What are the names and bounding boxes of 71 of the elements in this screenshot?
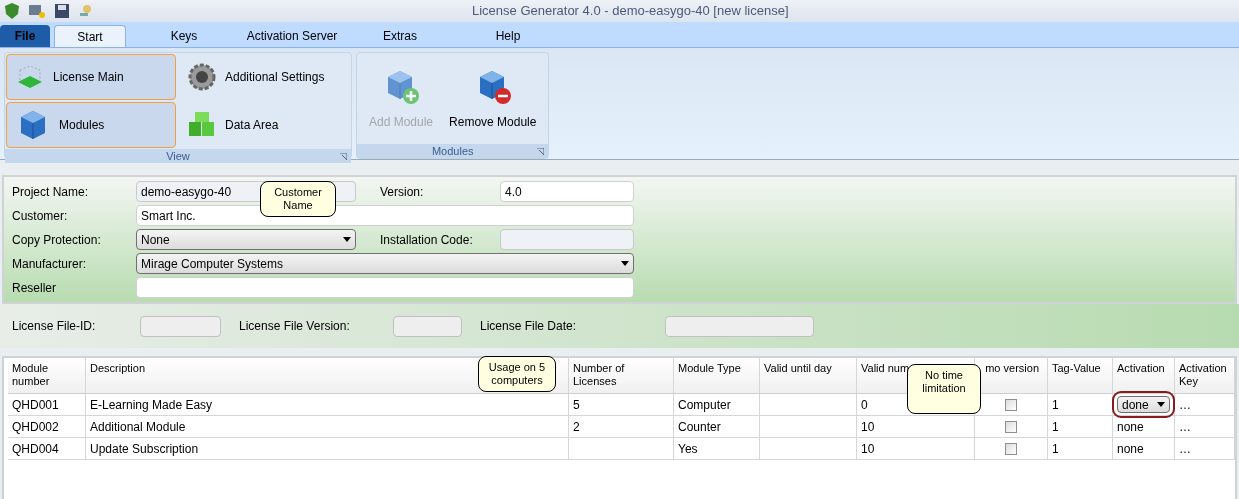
callout-tooltip: Usage on 5 computers bbox=[478, 356, 556, 392]
table-cell: QHD002 bbox=[8, 416, 86, 437]
checkbox[interactable] bbox=[1005, 442, 1017, 455]
field-label: License File-ID: bbox=[12, 318, 97, 335]
table-cell: 2 bbox=[569, 416, 674, 437]
table-cell: 10 bbox=[857, 438, 975, 459]
table-cell-text: none bbox=[1117, 440, 1144, 458]
table-cell: 5 bbox=[569, 394, 674, 415]
field-label: Manufacturer: bbox=[12, 255, 88, 273]
table-cell: Computer bbox=[674, 394, 760, 415]
column-header[interactable]: Tag-Value bbox=[1048, 358, 1113, 393]
callout-tooltip: Customer Name bbox=[260, 181, 336, 217]
caret-icon bbox=[1157, 402, 1165, 407]
caret-icon bbox=[343, 237, 351, 242]
field-label: Project Name: bbox=[12, 183, 90, 201]
input-field[interactable] bbox=[136, 277, 634, 298]
ellipsis-button[interactable]: … bbox=[1175, 438, 1235, 459]
table-cell-text: none bbox=[1117, 418, 1144, 436]
input-field[interactable] bbox=[665, 315, 814, 337]
table-cell: Yes bbox=[674, 438, 760, 459]
column-header[interactable]: Valid until day bbox=[760, 358, 857, 393]
dropdown-field[interactable]: Mirage Computer Systems bbox=[136, 253, 634, 274]
table-cell: Update Subscription bbox=[86, 438, 569, 459]
field-label: License File Version: bbox=[239, 318, 351, 335]
document-star-icon bbox=[28, 3, 46, 19]
table-cell: QHD001 bbox=[8, 394, 86, 415]
dropdown-field[interactable]: None bbox=[136, 229, 356, 250]
field-label: Installation Code: bbox=[380, 231, 474, 249]
group-label: Modules bbox=[431, 143, 474, 159]
column-header[interactable]: Module Type bbox=[674, 358, 760, 393]
ellipsis-button[interactable]: … bbox=[1175, 394, 1235, 415]
ribbon-button[interactable]: License Main bbox=[6, 54, 176, 100]
gear-icon bbox=[187, 62, 217, 92]
ribbon-button[interactable]: Additional Settings bbox=[178, 54, 350, 100]
ribbon-button[interactable]: Remove Module bbox=[449, 66, 537, 131]
ribbon-tab[interactable]: Extras bbox=[350, 25, 450, 47]
field-label: Version: bbox=[380, 183, 425, 201]
table-cell: QHD004 bbox=[8, 438, 86, 459]
table-cell: Additional Module bbox=[86, 416, 569, 437]
shield-icon bbox=[4, 2, 20, 20]
input-field[interactable] bbox=[500, 229, 634, 250]
ribbon-tab[interactable]: Help bbox=[458, 25, 558, 47]
column-header[interactable]: Module number bbox=[8, 358, 86, 393]
ellipsis-button[interactable]: … bbox=[1175, 416, 1235, 437]
column-header[interactable]: Number of Licenses bbox=[569, 358, 674, 393]
input-field[interactable] bbox=[140, 315, 221, 337]
table-cell: E-Learning Made Easy bbox=[86, 394, 569, 415]
ribbon-tab[interactable]: Keys bbox=[134, 25, 234, 47]
caret-icon bbox=[621, 261, 629, 266]
checkbox[interactable] bbox=[1005, 420, 1017, 433]
save-icon bbox=[54, 3, 70, 19]
input-field[interactable]: 4.0 bbox=[500, 181, 634, 202]
ribbon-tab[interactable]: Activation Server bbox=[242, 25, 342, 47]
checkbox[interactable] bbox=[1005, 398, 1017, 411]
input-field[interactable] bbox=[393, 315, 462, 337]
field-label: Reseller bbox=[12, 279, 57, 297]
field-label: License File Date: bbox=[480, 318, 578, 335]
field-label: Customer: bbox=[12, 207, 69, 225]
table-cell: Counter bbox=[674, 416, 760, 437]
column-header[interactable]: Activation Key bbox=[1175, 358, 1235, 393]
field-label: Copy Protection: bbox=[12, 231, 102, 249]
dialog-launcher-icon[interactable] bbox=[340, 152, 347, 160]
table-cell: 10 bbox=[857, 416, 975, 437]
window-title: License Generator 4.0 - demo-easygo-40 [new license] bbox=[472, 2, 789, 21]
table-cell: 1 bbox=[1048, 438, 1113, 459]
group-label: View bbox=[166, 148, 190, 164]
ribbon-button[interactable]: Modules bbox=[6, 102, 176, 148]
ribbon-button[interactable]: Data Area bbox=[178, 102, 350, 148]
table-cell: 1 bbox=[1048, 416, 1113, 437]
dialog-launcher-icon[interactable] bbox=[537, 147, 545, 155]
ribbon-tab[interactable]: Start bbox=[54, 25, 126, 47]
